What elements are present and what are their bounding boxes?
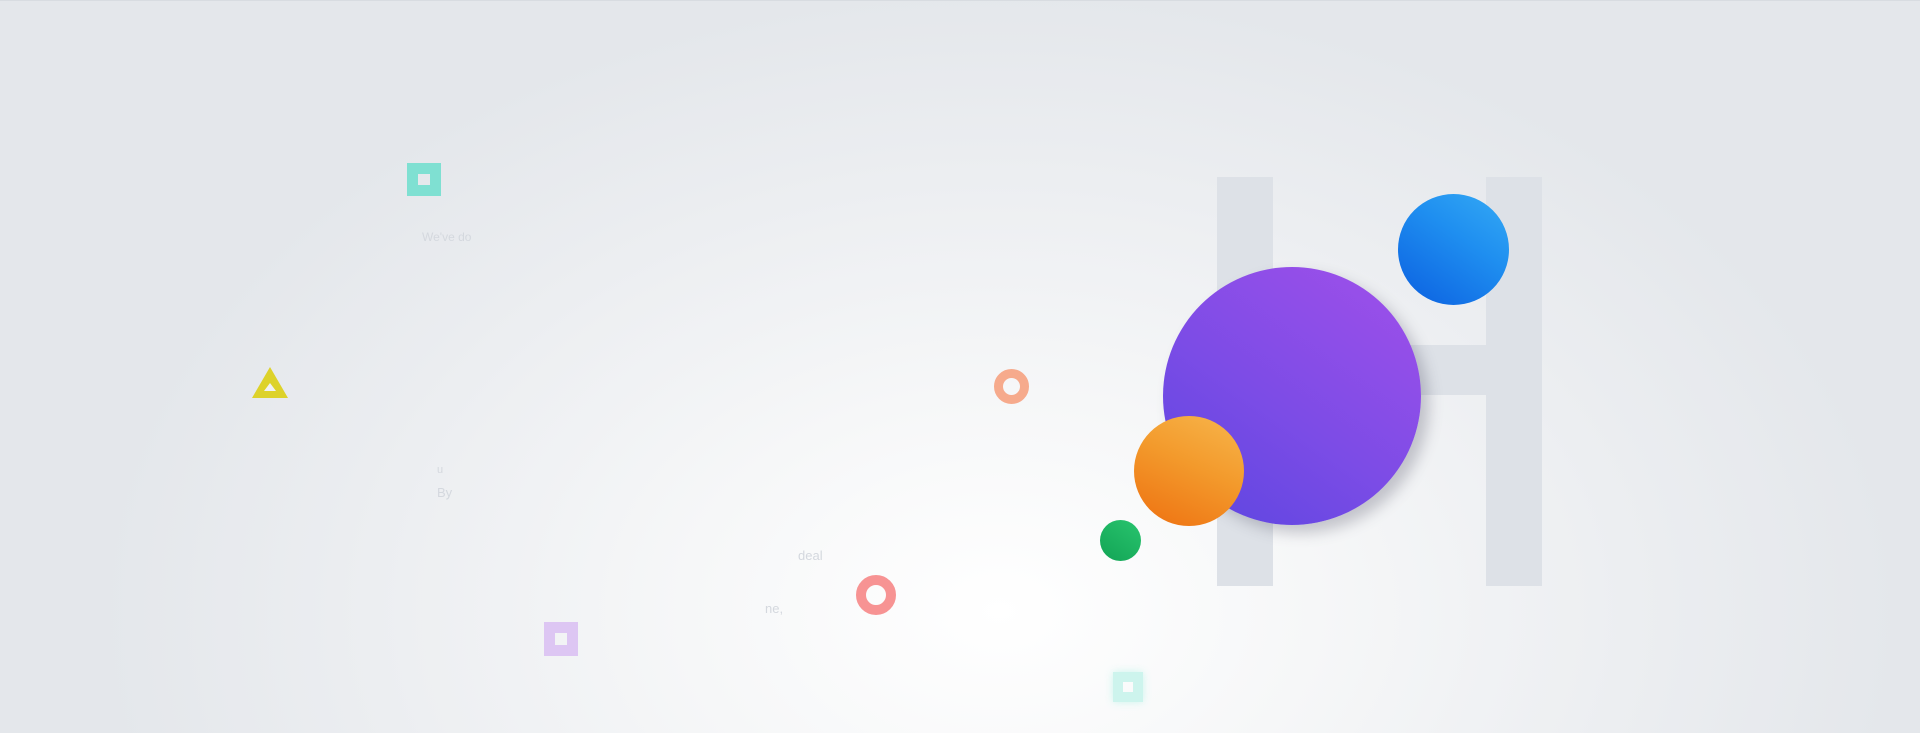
- yellow-triangle-hole: [264, 383, 276, 391]
- orange-circle-decoration: [1134, 416, 1244, 526]
- faint-text-fragment: We've do: [422, 230, 472, 244]
- faint-text-fragment: ne,: [765, 601, 784, 616]
- teal-square-decoration: [407, 163, 441, 196]
- blue-circle-decoration: [1398, 194, 1509, 305]
- coral-ring-decoration: [856, 575, 896, 615]
- peach-ring-decoration: [994, 369, 1029, 404]
- lilac-square-decoration: [544, 622, 578, 656]
- faint-text-fragment: u: [437, 464, 444, 476]
- hero-illustration: We've do u By deal ne,: [0, 0, 1920, 733]
- mint-square-decoration: [1113, 672, 1143, 702]
- faint-text-fragment: deal: [798, 548, 823, 563]
- green-circle-decoration: [1100, 520, 1141, 561]
- faint-text-fragment: By: [437, 485, 453, 500]
